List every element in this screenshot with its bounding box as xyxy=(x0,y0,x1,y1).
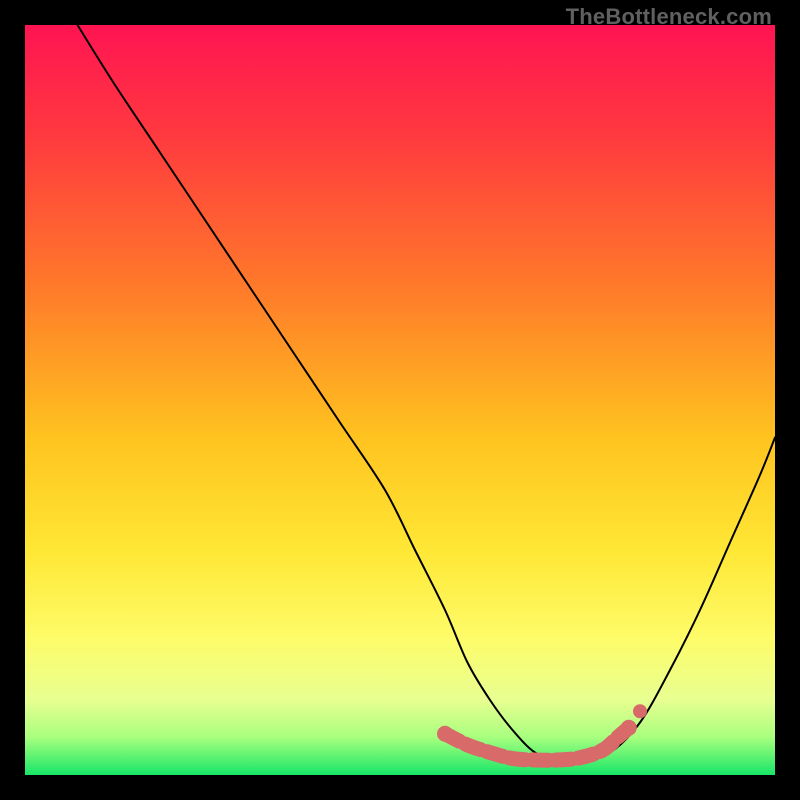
watermark-text: TheBottleneck.com xyxy=(566,4,772,30)
chart-frame: TheBottleneck.com xyxy=(0,0,800,800)
gradient-background xyxy=(25,25,775,775)
gradient-rect xyxy=(25,25,775,775)
plot-area xyxy=(25,25,775,775)
